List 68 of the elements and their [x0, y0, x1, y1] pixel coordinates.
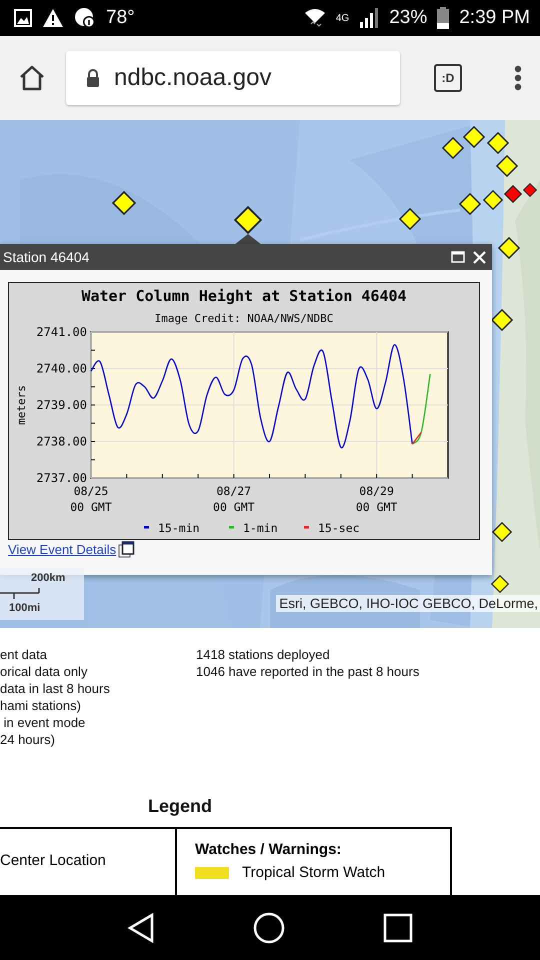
- url-field[interactable]: ndbc.noaa.gov: [66, 51, 400, 105]
- battery-percent: 23%: [389, 7, 428, 29]
- recents-icon[interactable]: [383, 912, 413, 942]
- legend-title: Legend: [148, 796, 214, 817]
- station-marker-icon[interactable]: [442, 137, 464, 159]
- scale-label: 200km: [31, 572, 66, 584]
- info-text: 1418 stations deployed: [196, 646, 331, 663]
- axis-label: meters: [15, 385, 28, 425]
- scale-ruler-icon: [0, 588, 42, 600]
- tick-label: 2739.00: [36, 398, 87, 412]
- station-marker-icon[interactable]: [487, 132, 509, 154]
- map-attribution: Esri, GEBCO, IHO-IOC GEBCO, DeLorme,: [276, 595, 540, 612]
- wifi-icon: [304, 8, 326, 28]
- station-marker-icon[interactable]: [523, 183, 537, 197]
- info-text: 1046 have reported in the past 8 hours: [196, 663, 420, 680]
- chart-title: Water Column Height at Station 46404: [81, 287, 407, 305]
- legend-label: 15-min: [158, 521, 200, 535]
- scale-label: 100mi: [9, 602, 40, 614]
- info-text: hami stations): [0, 697, 82, 714]
- legend-text: Center Location: [0, 852, 106, 868]
- image-icon: [14, 9, 32, 27]
- home-button-icon[interactable]: [253, 912, 285, 944]
- station-marker-icon[interactable]: [463, 126, 485, 148]
- battery-icon: [437, 7, 450, 29]
- station-marker-icon[interactable]: [234, 206, 262, 234]
- home-icon[interactable]: [18, 64, 46, 92]
- tick-label: 2738.00: [36, 434, 87, 448]
- legend-heading: Watches / Warnings:: [195, 841, 342, 858]
- tabs-button[interactable]: :D: [434, 64, 462, 92]
- station-marker-icon[interactable]: [399, 208, 421, 230]
- station-marker-icon[interactable]: [112, 191, 136, 215]
- chart-subtitle: Image Credit: NOAA/NWS/NDBC: [154, 312, 334, 325]
- back-icon[interactable]: [127, 912, 155, 942]
- signal-icon: [359, 8, 380, 28]
- new-window-icon: [118, 541, 136, 558]
- legend-label: 15-sec: [318, 521, 360, 535]
- close-icon[interactable]: [473, 250, 486, 264]
- warning-icon: [42, 8, 64, 28]
- info-text: data in last 8 hours: [0, 680, 111, 697]
- weather-icon: [74, 7, 96, 29]
- maximize-icon[interactable]: [451, 251, 465, 263]
- tick-label: 2737.00: [36, 471, 87, 485]
- station-marker-icon[interactable]: [491, 309, 513, 331]
- tick-label: 08/27 00 GMT: [213, 484, 255, 514]
- menu-icon[interactable]: [514, 65, 522, 91]
- station-marker-icon[interactable]: [483, 190, 503, 210]
- info-text: in event mode: [2, 714, 86, 731]
- info-text: 24 hours): [0, 731, 56, 748]
- temperature: 78°: [106, 7, 135, 29]
- station-marker-icon[interactable]: [496, 155, 518, 177]
- network-type: 4G: [336, 12, 350, 24]
- station-marker-icon[interactable]: [504, 185, 522, 203]
- legend-text: Tropical Storm Watch: [242, 864, 386, 881]
- tick-label: 2740.00: [36, 362, 87, 376]
- station-marker-icon[interactable]: [459, 193, 481, 215]
- station-marker-icon[interactable]: [491, 575, 509, 593]
- popup-title: Station 46404: [3, 249, 90, 265]
- station-marker-icon[interactable]: [492, 522, 512, 542]
- tick-label: 08/25 00 GMT: [70, 484, 112, 514]
- tick-label: 08/29 00 GMT: [356, 484, 398, 514]
- clock: 2:39 PM: [459, 7, 530, 29]
- info-text: ent data: [0, 646, 48, 663]
- tick-label: 2741.00: [36, 325, 87, 339]
- event-details-link[interactable]: View Event Details: [8, 542, 116, 557]
- lock-icon: [86, 69, 100, 87]
- legend-label: 1-min: [243, 521, 278, 535]
- station-marker-icon[interactable]: [498, 237, 520, 259]
- info-text: orical data only: [0, 663, 88, 680]
